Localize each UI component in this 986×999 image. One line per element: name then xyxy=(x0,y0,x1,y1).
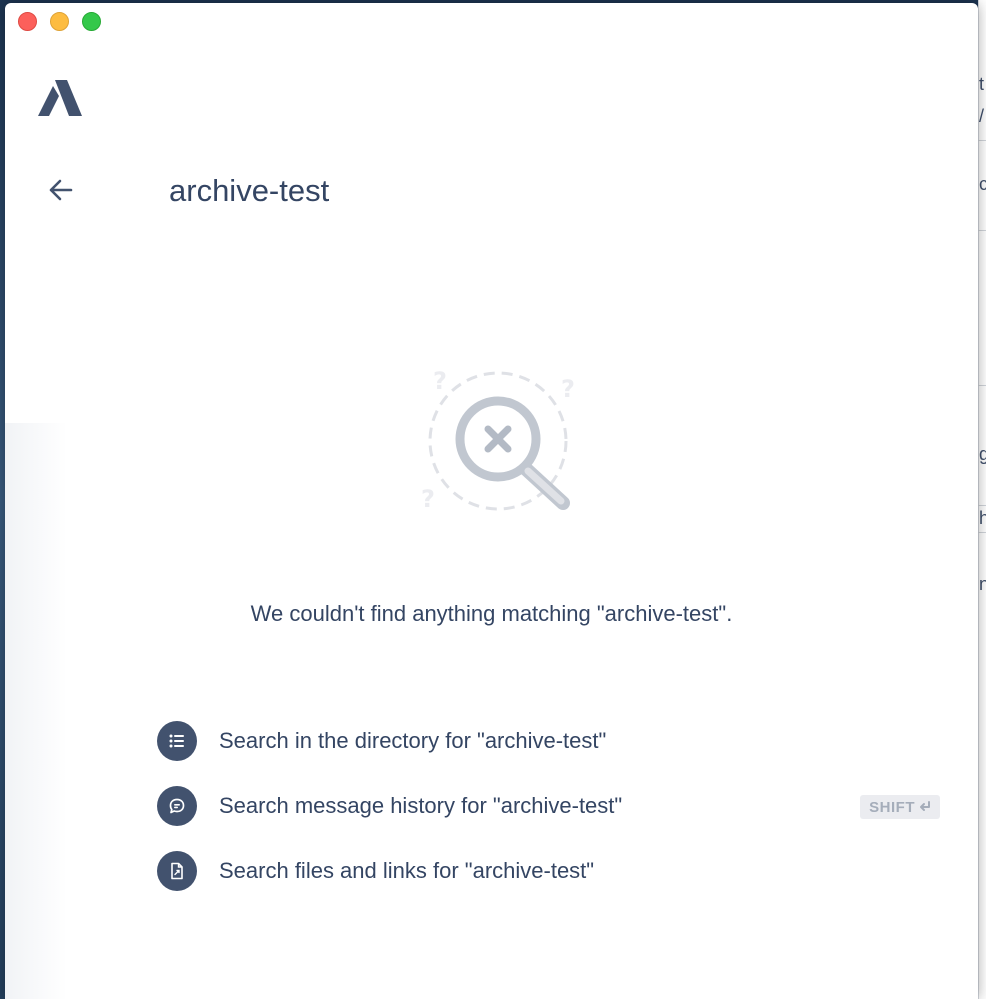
background-text: c xyxy=(979,174,986,194)
chat-bubble-icon xyxy=(157,786,197,826)
svg-text:?: ? xyxy=(421,485,435,513)
magnifier-x-icon: ? ? ? xyxy=(415,363,585,518)
window-maximize-button[interactable] xyxy=(82,12,101,31)
search-message-history-option[interactable]: Search message history for "archive-test… xyxy=(157,784,947,828)
background-divider xyxy=(978,140,986,141)
svg-text:?: ? xyxy=(561,375,575,403)
option-label: Search files and links for "archive-test… xyxy=(219,858,595,883)
search-directory-option[interactable]: Search in the directory for "archive-tes… xyxy=(157,719,947,763)
back-button[interactable] xyxy=(43,175,77,209)
shortcut-label: SHIFT xyxy=(869,798,915,816)
no-results-message: We couldn't find anything matching "arch… xyxy=(250,601,733,626)
list-icon xyxy=(157,721,197,761)
background-window-edge xyxy=(978,0,986,999)
keyboard-shortcut-badge: SHIFT xyxy=(860,795,940,819)
window-minimize-button[interactable] xyxy=(50,12,69,31)
option-label: Search in the directory for "archive-tes… xyxy=(219,728,607,753)
background-divider xyxy=(978,532,986,533)
search-query-title: archive-test xyxy=(169,173,330,208)
app-window: archive-test ? ? ? We couldn't find anyt… xyxy=(5,3,978,999)
background-text: h xyxy=(979,508,986,528)
svg-text:?: ? xyxy=(433,367,447,395)
background-divider xyxy=(978,505,986,506)
search-files-links-option[interactable]: Search files and links for "archive-test… xyxy=(157,849,947,893)
background-divider xyxy=(978,230,986,231)
window-close-button[interactable] xyxy=(18,12,37,31)
option-label: Search message history for "archive-test… xyxy=(219,793,623,818)
arrow-left-icon xyxy=(47,178,73,207)
background-divider xyxy=(978,385,986,386)
file-icon xyxy=(157,851,197,891)
background-text: / xyxy=(979,106,985,126)
background-text: n xyxy=(979,574,986,594)
background-text: g xyxy=(979,444,986,464)
window-shadow xyxy=(5,423,67,999)
background-text: t xyxy=(979,74,985,94)
atlassian-stride-logo-icon[interactable] xyxy=(38,79,82,117)
return-key-icon xyxy=(918,801,931,813)
